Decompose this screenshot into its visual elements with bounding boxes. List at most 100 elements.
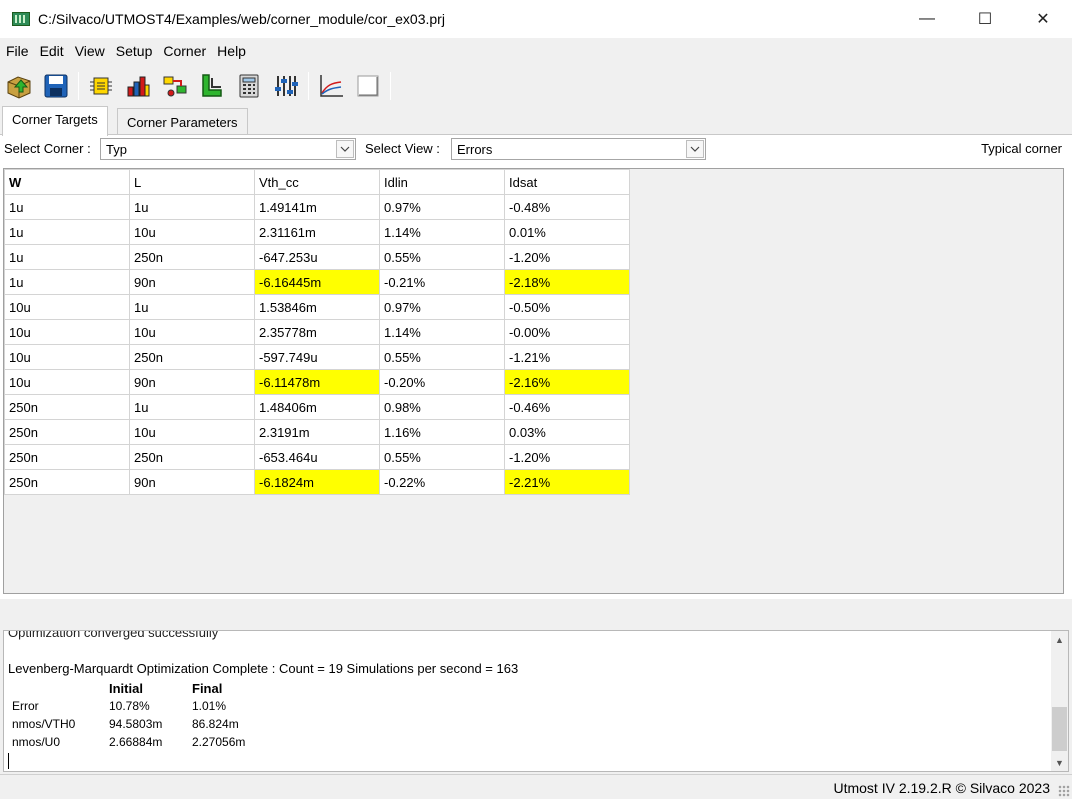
table-cell[interactable]: 1.49141m: [254, 194, 380, 220]
column-header-w[interactable]: W: [4, 169, 130, 195]
table-cell[interactable]: 250n: [4, 419, 130, 445]
table-cell[interactable]: 90n: [129, 469, 255, 495]
table-cell[interactable]: 1.53846m: [254, 294, 380, 320]
scroll-up-icon[interactable]: ▲: [1051, 631, 1068, 648]
close-button[interactable]: ✕: [1014, 0, 1072, 38]
minimize-button[interactable]: —: [898, 0, 956, 38]
menu-file[interactable]: File: [0, 43, 34, 59]
table-cell-highlighted[interactable]: -2.18%: [504, 269, 630, 295]
table-cell[interactable]: 0.55%: [379, 344, 505, 370]
table-cell[interactable]: 0.98%: [379, 394, 505, 420]
table-cell-highlighted[interactable]: -2.16%: [504, 369, 630, 395]
column-header-idlin[interactable]: Idlin: [379, 169, 505, 195]
table-cell[interactable]: 250n: [4, 469, 130, 495]
table-cell[interactable]: -597.749u: [254, 344, 380, 370]
blank-page-icon[interactable]: [353, 71, 383, 101]
table-row: 1u 1u 1.49141m 0.97% -0.48%: [4, 194, 630, 220]
chevron-down-icon[interactable]: [336, 140, 354, 158]
maximize-button[interactable]: ☐: [956, 0, 1014, 38]
column-header-idsat[interactable]: Idsat: [504, 169, 630, 195]
table-row: 250n 250n -653.464u 0.55% -1.20%: [4, 444, 630, 470]
table-cell[interactable]: 1u: [129, 394, 255, 420]
table-cell[interactable]: 250n: [129, 444, 255, 470]
table-cell[interactable]: 2.31161m: [254, 219, 380, 245]
table-cell[interactable]: 0.97%: [379, 294, 505, 320]
table-cell[interactable]: 0.55%: [379, 444, 505, 470]
table-cell[interactable]: 2.35778m: [254, 319, 380, 345]
column-header-vth-cc[interactable]: Vth_cc: [254, 169, 380, 195]
table-cell[interactable]: 0.55%: [379, 244, 505, 270]
scrollbar-thumb[interactable]: [1052, 707, 1067, 751]
table-cell[interactable]: -0.50%: [504, 294, 630, 320]
table-cell[interactable]: 250n: [129, 344, 255, 370]
table-cell[interactable]: -0.48%: [504, 194, 630, 220]
menu-setup[interactable]: Setup: [110, 43, 158, 59]
table-cell[interactable]: 10u: [129, 219, 255, 245]
table-cell[interactable]: 90n: [129, 369, 255, 395]
table-cell[interactable]: -0.00%: [504, 319, 630, 345]
table-cell[interactable]: 250n: [129, 244, 255, 270]
log-table-cell: 2.66884m: [109, 735, 163, 749]
menu-view[interactable]: View: [69, 43, 110, 59]
table-cell[interactable]: 1u: [129, 294, 255, 320]
save-icon[interactable]: [41, 71, 71, 101]
output-log[interactable]: Optimization converged successfully Leve…: [3, 630, 1069, 772]
table-cell[interactable]: -1.20%: [504, 244, 630, 270]
table-cell[interactable]: 0.01%: [504, 219, 630, 245]
chevron-down-icon[interactable]: [686, 140, 704, 158]
table-cell[interactable]: -0.22%: [379, 469, 505, 495]
table-cell[interactable]: 1u: [129, 194, 255, 220]
table-cell[interactable]: 1u: [4, 219, 130, 245]
menu-edit[interactable]: Edit: [34, 43, 69, 59]
table-cell[interactable]: 250n: [4, 394, 130, 420]
table-cell[interactable]: 10u: [129, 319, 255, 345]
table-cell[interactable]: 1u: [4, 244, 130, 270]
table-cell[interactable]: -0.20%: [379, 369, 505, 395]
table-cell[interactable]: 10u: [4, 294, 130, 320]
table-cell-highlighted[interactable]: -2.21%: [504, 469, 630, 495]
table-cell[interactable]: 10u: [4, 344, 130, 370]
flow-icon[interactable]: [160, 71, 190, 101]
table-cell[interactable]: 1.48406m: [254, 394, 380, 420]
table-cell-highlighted[interactable]: -6.1824m: [254, 469, 380, 495]
table-cell[interactable]: 0.03%: [504, 419, 630, 445]
table-cell[interactable]: 1.14%: [379, 219, 505, 245]
table-cell[interactable]: 10u: [4, 369, 130, 395]
select-view-dropdown[interactable]: Errors: [451, 138, 706, 160]
table-cell[interactable]: 250n: [4, 444, 130, 470]
menu-help[interactable]: Help: [211, 43, 251, 59]
tab-corner-parameters[interactable]: Corner Parameters: [117, 108, 248, 135]
table-cell[interactable]: 1.14%: [379, 319, 505, 345]
table-cell[interactable]: 1u: [4, 269, 130, 295]
log-header-initial: Initial: [109, 680, 143, 696]
table-cell-highlighted[interactable]: -6.16445m: [254, 269, 380, 295]
table-cell[interactable]: 10u: [129, 419, 255, 445]
scroll-down-icon[interactable]: ▼: [1051, 754, 1068, 771]
open-project-icon[interactable]: [4, 71, 34, 101]
layout-icon[interactable]: [197, 71, 227, 101]
table-cell-highlighted[interactable]: -6.11478m: [254, 369, 380, 395]
bar-chart-icon[interactable]: [123, 71, 153, 101]
table-cell[interactable]: 1.16%: [379, 419, 505, 445]
column-header-l[interactable]: L: [129, 169, 255, 195]
tab-corner-targets[interactable]: Corner Targets: [2, 106, 108, 136]
table-cell[interactable]: -1.20%: [504, 444, 630, 470]
calculator-icon[interactable]: [234, 71, 264, 101]
select-corner-dropdown[interactable]: Typ: [100, 138, 356, 160]
table-cell[interactable]: -1.21%: [504, 344, 630, 370]
table-cell[interactable]: 10u: [4, 319, 130, 345]
table-cell[interactable]: -647.253u: [254, 244, 380, 270]
log-scrollbar[interactable]: ▲ ▼: [1051, 631, 1068, 771]
table-cell[interactable]: 90n: [129, 269, 255, 295]
resize-grip-icon[interactable]: [1058, 785, 1070, 797]
table-cell[interactable]: 0.97%: [379, 194, 505, 220]
table-cell[interactable]: -0.46%: [504, 394, 630, 420]
table-cell[interactable]: -653.464u: [254, 444, 380, 470]
module-icon[interactable]: [86, 71, 116, 101]
menu-corner[interactable]: Corner: [157, 43, 211, 59]
table-cell[interactable]: -0.21%: [379, 269, 505, 295]
plot-icon[interactable]: [316, 71, 346, 101]
table-cell[interactable]: 2.3191m: [254, 419, 380, 445]
sliders-icon[interactable]: [271, 71, 301, 101]
table-cell[interactable]: 1u: [4, 194, 130, 220]
